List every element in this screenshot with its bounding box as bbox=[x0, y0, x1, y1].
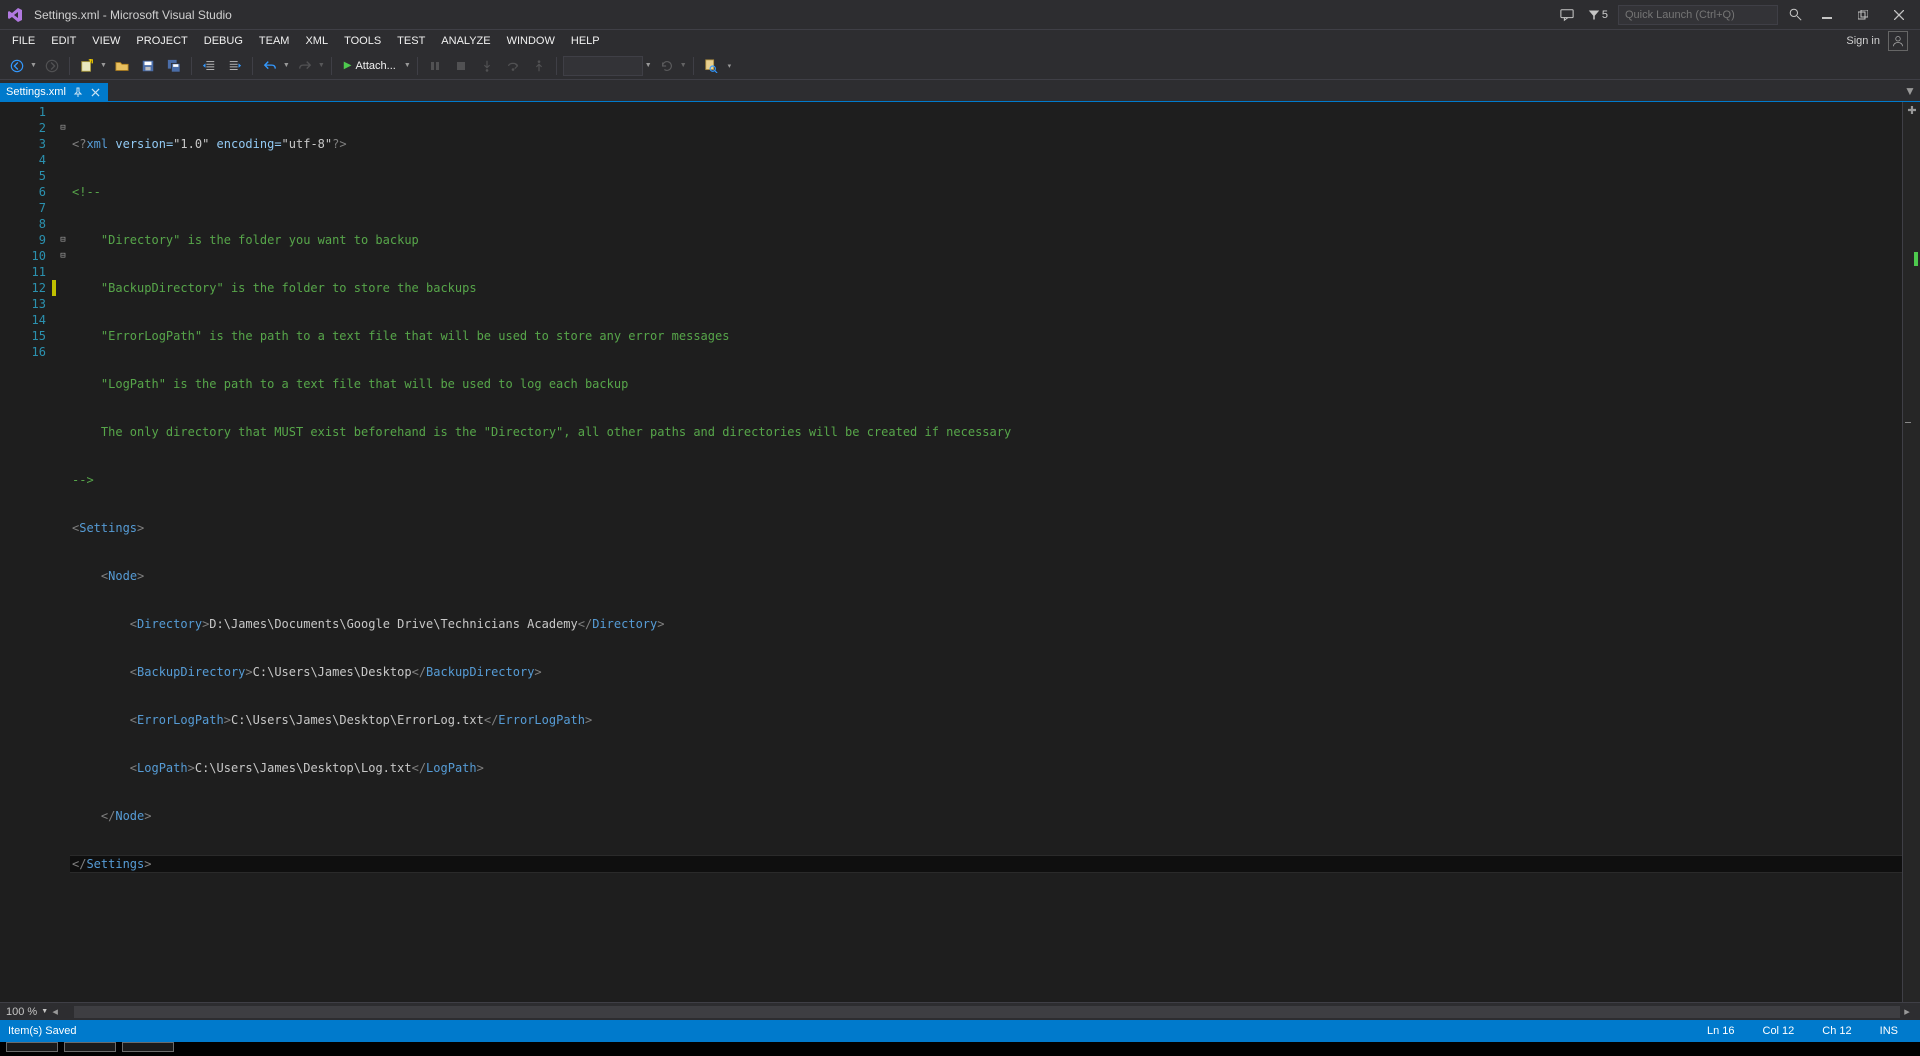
feedback-icon[interactable] bbox=[1556, 4, 1578, 26]
nav-forward-button[interactable] bbox=[41, 55, 63, 77]
menu-test[interactable]: TEST bbox=[389, 33, 433, 49]
os-taskbar-stub bbox=[0, 1042, 1920, 1056]
search-icon[interactable] bbox=[1784, 4, 1806, 26]
tab-filename: Settings.xml bbox=[6, 86, 66, 98]
save-button[interactable] bbox=[137, 55, 159, 77]
menu-project[interactable]: PROJECT bbox=[128, 33, 195, 49]
toolbar-separator bbox=[331, 57, 332, 75]
menubar: FILE EDIT VIEW PROJECT DEBUG TEAM XML TO… bbox=[0, 30, 1920, 52]
user-icon[interactable] bbox=[1888, 31, 1908, 51]
stop-button[interactable] bbox=[450, 55, 472, 77]
fold-toggle[interactable]: ⊟ bbox=[56, 232, 70, 248]
toolbar-overflow[interactable]: ▾ bbox=[728, 62, 732, 70]
fold-toggle[interactable]: ⊟ bbox=[56, 248, 70, 264]
overview-ruler[interactable]: ✚ bbox=[1902, 102, 1920, 1002]
undo-button[interactable] bbox=[259, 55, 281, 77]
toolbar-separator bbox=[252, 57, 253, 75]
document-tabs: Settings.xml ▼ bbox=[0, 80, 1920, 102]
quick-launch-input[interactable] bbox=[1618, 5, 1778, 25]
toolbar-separator bbox=[417, 57, 418, 75]
new-project-button[interactable] bbox=[76, 55, 98, 77]
toolbar: ▼ ▼ ▼ ▼ ▶ Attach... ▼ ▼ ▼ ▾ bbox=[0, 52, 1920, 80]
process-combo-dropdown[interactable]: ▼ bbox=[645, 62, 652, 69]
menu-window[interactable]: WINDOW bbox=[499, 33, 563, 49]
pin-icon[interactable] bbox=[72, 86, 84, 98]
undo-dropdown[interactable]: ▼ bbox=[283, 62, 290, 69]
refresh-button[interactable] bbox=[656, 55, 678, 77]
menu-debug[interactable]: DEBUG bbox=[196, 33, 251, 49]
outdent-button[interactable] bbox=[198, 55, 220, 77]
taskbar-item[interactable] bbox=[6, 1042, 58, 1052]
menu-view[interactable]: VIEW bbox=[84, 33, 128, 49]
taskbar-item[interactable] bbox=[122, 1042, 174, 1052]
menu-tools[interactable]: TOOLS bbox=[336, 33, 389, 49]
taskbar-item[interactable] bbox=[64, 1042, 116, 1052]
break-all-button[interactable] bbox=[424, 55, 446, 77]
zoom-combo[interactable]: 100 % ▼ bbox=[6, 1006, 48, 1018]
split-editor-icon[interactable]: ✚ bbox=[1904, 102, 1920, 118]
tab-settings-xml[interactable]: Settings.xml bbox=[0, 83, 108, 101]
new-project-dropdown[interactable]: ▼ bbox=[100, 62, 107, 69]
editor[interactable]: 1 2 3 4 5 6 7 8 9 10 11 12 13 14 15 16 ⊟… bbox=[0, 102, 1920, 1002]
indent-button[interactable] bbox=[224, 55, 246, 77]
save-all-button[interactable] bbox=[163, 55, 185, 77]
status-line: Ln 16 bbox=[1693, 1025, 1749, 1037]
nav-back-dropdown[interactable]: ▼ bbox=[30, 62, 37, 69]
open-file-button[interactable] bbox=[111, 55, 133, 77]
refresh-dropdown[interactable]: ▼ bbox=[680, 62, 687, 69]
line-number-gutter: 1 2 3 4 5 6 7 8 9 10 11 12 13 14 15 16 bbox=[0, 102, 52, 1002]
redo-dropdown[interactable]: ▼ bbox=[318, 62, 325, 69]
fold-gutter: ⊟ ⊟ ⊟ bbox=[56, 102, 70, 1002]
close-tab-icon[interactable] bbox=[90, 86, 102, 98]
signin-link[interactable]: Sign in bbox=[1846, 35, 1880, 47]
step-over-button[interactable] bbox=[502, 55, 524, 77]
menu-file[interactable]: FILE bbox=[4, 33, 43, 49]
vs-logo-icon bbox=[6, 6, 24, 24]
hscroll-right[interactable]: ▸ bbox=[1900, 1005, 1914, 1019]
process-combo[interactable] bbox=[563, 56, 643, 76]
find-in-files-button[interactable] bbox=[700, 55, 722, 77]
attach-dropdown[interactable]: ▼ bbox=[404, 62, 411, 69]
menu-xml[interactable]: XML bbox=[297, 33, 336, 49]
menu-team[interactable]: TEAM bbox=[251, 33, 298, 49]
code-area[interactable]: <?xml version="1.0" encoding="utf-8"?> <… bbox=[70, 102, 1902, 1002]
close-button[interactable] bbox=[1884, 4, 1914, 26]
toolbar-separator bbox=[191, 57, 192, 75]
nav-back-button[interactable] bbox=[6, 55, 28, 77]
status-column: Col 12 bbox=[1749, 1025, 1809, 1037]
statusbar: Item(s) Saved Ln 16 Col 12 Ch 12 INS bbox=[0, 1020, 1920, 1042]
fold-toggle[interactable]: ⊟ bbox=[56, 120, 70, 136]
window-title: Settings.xml - Microsoft Visual Studio bbox=[34, 8, 232, 22]
menu-edit[interactable]: EDIT bbox=[43, 33, 84, 49]
toolbar-separator bbox=[556, 57, 557, 75]
menu-analyze[interactable]: ANALYZE bbox=[433, 33, 498, 49]
menu-help[interactable]: HELP bbox=[563, 33, 608, 49]
maximize-button[interactable] bbox=[1848, 4, 1878, 26]
tab-dropdown-button[interactable]: ▼ bbox=[1900, 81, 1920, 101]
titlebar: Settings.xml - Microsoft Visual Studio 5 bbox=[0, 0, 1920, 30]
status-ins: INS bbox=[1866, 1025, 1912, 1037]
play-icon: ▶ bbox=[344, 60, 352, 71]
minimize-button[interactable] bbox=[1812, 4, 1842, 26]
step-into-button[interactable] bbox=[476, 55, 498, 77]
notifications-button[interactable]: 5 bbox=[1584, 9, 1612, 21]
hscroll-left[interactable]: ◂ bbox=[48, 1005, 62, 1019]
editor-bottom-bar: 100 % ▼ ◂ ▸ bbox=[0, 1002, 1920, 1020]
redo-button[interactable] bbox=[294, 55, 316, 77]
attach-label: Attach... bbox=[355, 60, 395, 72]
notifications-count: 5 bbox=[1602, 9, 1608, 21]
step-out-button[interactable] bbox=[528, 55, 550, 77]
zoom-value: 100 % bbox=[6, 1006, 37, 1018]
status-char: Ch 12 bbox=[1808, 1025, 1865, 1037]
status-message: Item(s) Saved bbox=[8, 1025, 76, 1037]
toolbar-separator bbox=[69, 57, 70, 75]
attach-button[interactable]: ▶ Attach... bbox=[338, 58, 402, 74]
chevron-down-icon: ▼ bbox=[41, 1008, 48, 1015]
toolbar-separator bbox=[693, 57, 694, 75]
horizontal-scrollbar[interactable] bbox=[74, 1006, 1900, 1018]
